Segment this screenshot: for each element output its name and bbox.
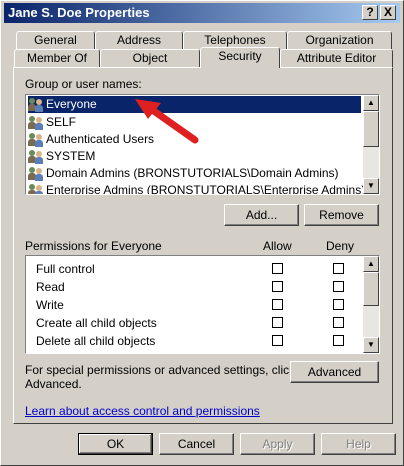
tab-address[interactable]: Address	[95, 31, 183, 49]
add-button[interactable]: Add...	[224, 204, 299, 226]
deny-header: Deny	[326, 239, 355, 253]
permission-name: Read	[36, 280, 65, 294]
deny-checkbox[interactable]	[333, 281, 344, 292]
scroll-thumb[interactable]	[363, 111, 379, 147]
remove-button[interactable]: Remove	[304, 204, 379, 226]
ok-button[interactable]: OK	[78, 433, 153, 455]
window-title: Jane S. Doe Properties	[8, 5, 150, 20]
tab-object[interactable]: Object	[100, 49, 200, 67]
allow-checkbox[interactable]	[272, 335, 283, 346]
list-item-domain-admins[interactable]: Domain Admins (BRONSTUTORIALS\Domain Adm…	[28, 165, 339, 182]
permissions-list: Full control Read Write Create all child…	[25, 255, 380, 354]
title-bar[interactable]: Jane S. Doe Properties ? X	[4, 3, 400, 23]
access-control-help-link[interactable]: Learn about access control and permissio…	[25, 404, 260, 418]
deny-checkbox[interactable]	[333, 263, 344, 274]
permission-name: Full control	[36, 262, 95, 276]
tab-security[interactable]: Security	[200, 47, 280, 68]
group-or-user-names-label: Group or user names:	[25, 77, 142, 91]
deny-checkbox[interactable]	[333, 299, 344, 310]
tab-general[interactable]: General	[16, 31, 95, 49]
advanced-button[interactable]: Advanced	[290, 361, 379, 383]
help-title-button[interactable]: ?	[362, 5, 378, 20]
user-list-scrollbar[interactable]: ▲ ▼	[363, 95, 379, 194]
special-permissions-text: For special permissions or advanced sett…	[25, 363, 296, 377]
permission-name: Create all child objects	[36, 316, 157, 330]
list-item-self[interactable]: SELF	[28, 114, 76, 131]
scroll-up-button[interactable]: ▲	[363, 95, 379, 111]
permissions-label: Permissions for Everyone	[25, 239, 162, 253]
apply-button[interactable]: Apply	[240, 433, 315, 455]
scroll-thumb[interactable]	[363, 272, 379, 306]
allow-checkbox[interactable]	[272, 281, 283, 292]
properties-dialog: Jane S. Doe Properties ? X General Addre…	[0, 0, 404, 466]
user-group-icon	[28, 183, 44, 194]
user-group-icon	[28, 149, 44, 164]
deny-checkbox[interactable]	[333, 317, 344, 328]
permission-name: Delete all child objects	[36, 334, 156, 348]
special-permissions-text-2: Advanced.	[25, 377, 82, 391]
user-group-icon	[28, 97, 44, 112]
user-group-icon	[28, 166, 44, 181]
list-item-system[interactable]: SYSTEM	[28, 148, 95, 165]
scroll-up-button[interactable]: ▲	[363, 256, 379, 272]
annotation-arrow-icon	[135, 99, 199, 144]
close-title-button[interactable]: X	[380, 5, 396, 20]
list-item-enterprise-admins[interactable]: Enterprise Admins (BRONSTUTORIALS\Enterp…	[28, 182, 365, 194]
tab-member-of[interactable]: Member Of	[14, 49, 100, 67]
permission-name: Write	[36, 298, 64, 312]
allow-checkbox[interactable]	[272, 299, 283, 310]
tab-attribute-editor[interactable]: Attribute Editor	[280, 49, 393, 67]
user-group-icon	[28, 132, 44, 147]
tab-organization[interactable]: Organization	[287, 31, 392, 49]
permissions-scrollbar[interactable]: ▲ ▼	[363, 256, 379, 353]
scroll-down-button[interactable]: ▼	[363, 337, 379, 353]
cancel-button[interactable]: Cancel	[159, 433, 234, 455]
deny-checkbox[interactable]	[333, 335, 344, 346]
allow-checkbox[interactable]	[272, 317, 283, 328]
scroll-down-button[interactable]: ▼	[363, 178, 379, 194]
allow-header: Allow	[263, 239, 292, 253]
allow-checkbox[interactable]	[272, 263, 283, 274]
user-group-icon	[28, 115, 44, 130]
help-button[interactable]: Help	[321, 433, 396, 455]
